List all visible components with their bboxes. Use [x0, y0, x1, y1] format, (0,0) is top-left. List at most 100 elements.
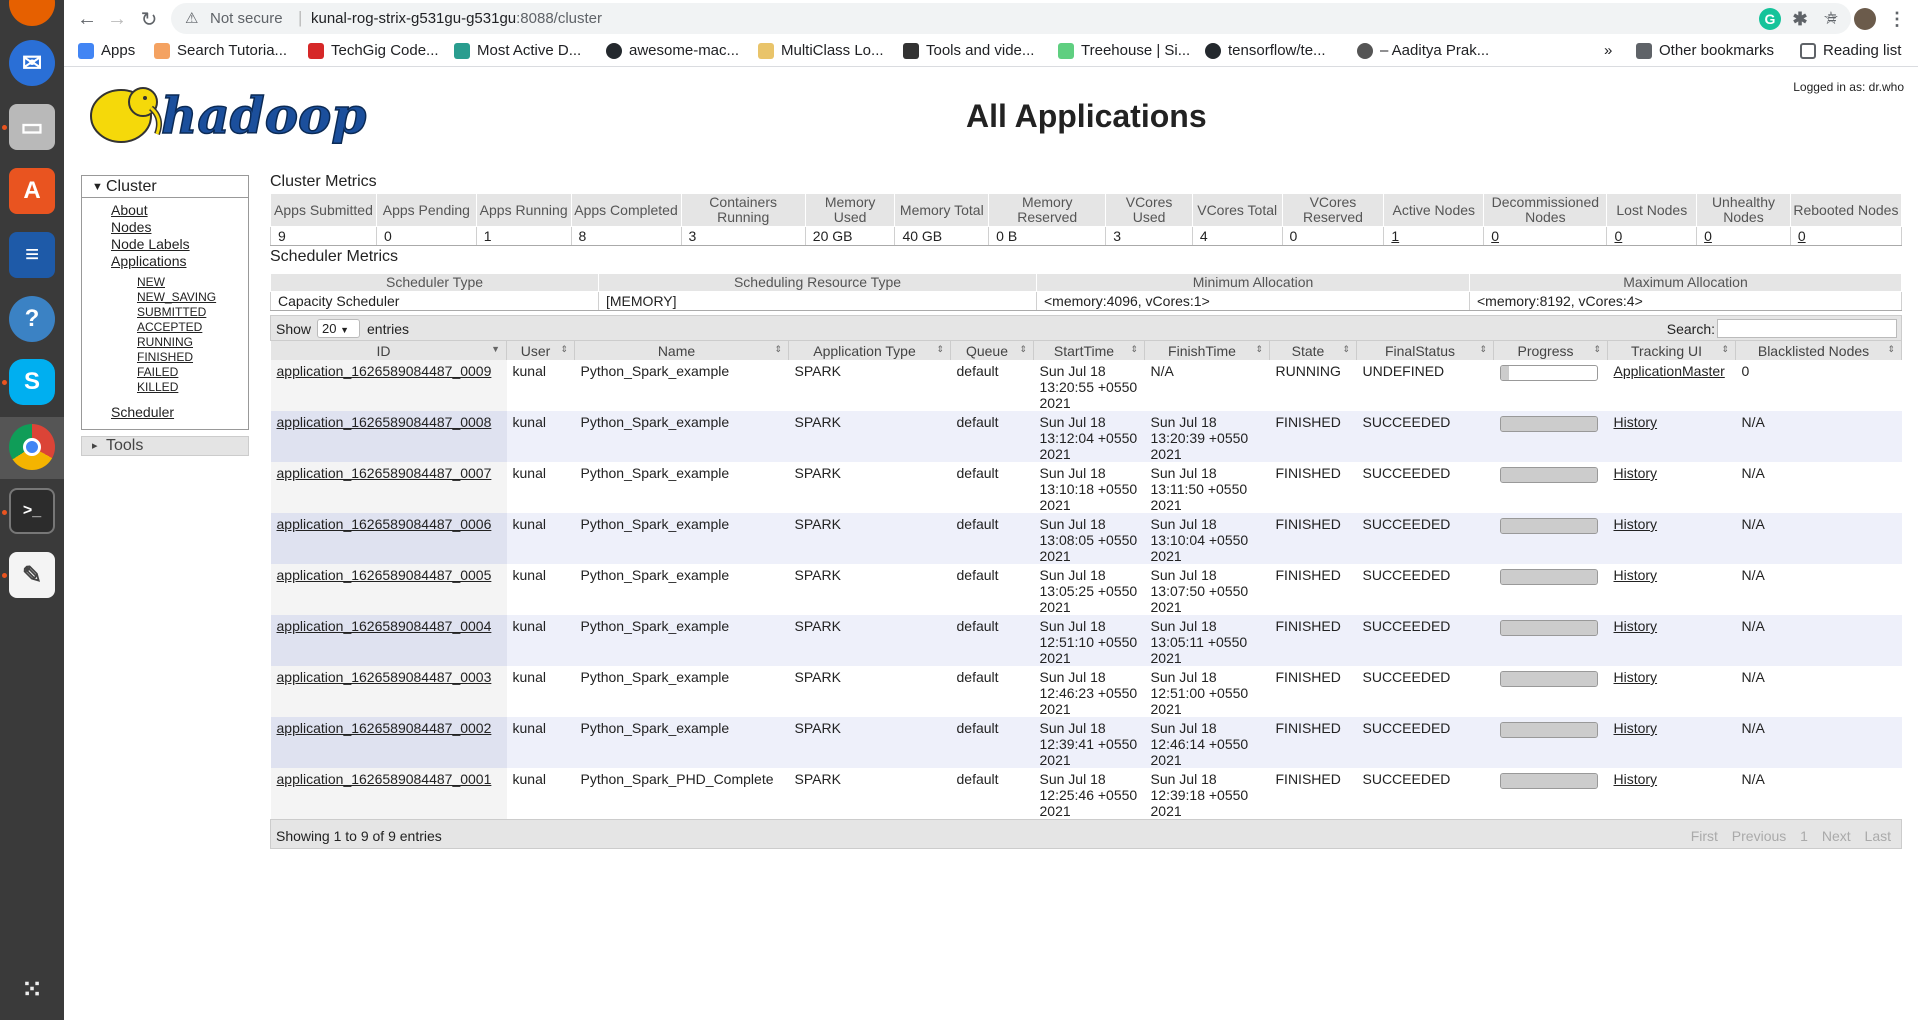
terminal-icon[interactable]: >_: [9, 488, 55, 534]
column-header[interactable]: ID ▼: [270, 341, 507, 360]
bookmark-item[interactable]: MultiClass Lo...: [758, 42, 884, 59]
app-id-link[interactable]: application_1626589084487_0003: [277, 669, 492, 685]
nav-state-killed[interactable]: KILLED: [137, 380, 178, 394]
grammarly-icon[interactable]: G: [1759, 8, 1781, 30]
column-header[interactable]: Queue ⇕: [950, 341, 1034, 360]
pager-first[interactable]: First: [1691, 828, 1718, 844]
app-id-link[interactable]: application_1626589084487_0005: [277, 567, 492, 583]
reading-list[interactable]: Reading list: [1800, 42, 1901, 59]
cluster-metric-link[interactable]: 0: [1491, 228, 1499, 244]
cluster-metric-link[interactable]: 1: [1391, 228, 1399, 244]
bookmark-item[interactable]: Tools and vide...: [903, 42, 1034, 59]
other-bookmarks[interactable]: Other bookmarks: [1636, 42, 1774, 59]
pager-page-1[interactable]: 1: [1800, 828, 1808, 844]
tracking-ui-link[interactable]: History: [1614, 465, 1658, 481]
search-input[interactable]: [1717, 319, 1897, 338]
progress-fill: [1500, 468, 1597, 482]
column-header[interactable]: State ⇕: [1269, 341, 1357, 360]
tracking-ui-link[interactable]: History: [1614, 669, 1658, 685]
cluster-metric-link[interactable]: 0: [1614, 228, 1622, 244]
column-header[interactable]: Name ⇕: [574, 341, 789, 360]
bookmark-item[interactable]: – Aaditya Prak...: [1357, 42, 1489, 59]
nav-link-node-labels[interactable]: Node Labels: [111, 236, 190, 252]
tracking-ui-link[interactable]: History: [1614, 618, 1658, 634]
app-id-link[interactable]: application_1626589084487_0009: [277, 363, 492, 379]
nav-state-submitted[interactable]: SUBMITTED: [137, 305, 206, 319]
app-id-link[interactable]: application_1626589084487_0007: [277, 465, 492, 481]
column-header[interactable]: FinishTime ⇕: [1144, 341, 1270, 360]
reload-icon[interactable]: ↻: [136, 6, 162, 32]
app-id-link[interactable]: application_1626589084487_0002: [277, 720, 492, 736]
tracking-ui-link[interactable]: History: [1614, 516, 1658, 532]
bookmark-item[interactable]: awesome-mac...: [606, 42, 739, 59]
back-icon[interactable]: ←: [74, 6, 100, 32]
scheduler-metric-header: Maximum Allocation: [1469, 273, 1902, 292]
pager-previous[interactable]: Previous: [1732, 828, 1786, 844]
pager-next[interactable]: Next: [1822, 828, 1851, 844]
firefox-icon[interactable]: [9, 0, 55, 26]
nav-state-accepted[interactable]: ACCEPTED: [137, 320, 202, 334]
column-header[interactable]: Tracking UI ⇕: [1607, 341, 1736, 360]
chrome-icon[interactable]: [9, 424, 55, 470]
pager-last[interactable]: Last: [1865, 828, 1891, 844]
column-header[interactable]: FinalStatus ⇕: [1356, 341, 1494, 360]
nav-state-running[interactable]: RUNNING: [137, 335, 193, 349]
hadoop-logo[interactable]: hadoop: [83, 78, 383, 148]
thunderbird-icon[interactable]: ✉: [9, 40, 55, 86]
nav-state-new[interactable]: NEW: [137, 275, 165, 289]
nav-cluster-header[interactable]: ▼ Cluster: [82, 176, 248, 198]
column-header[interactable]: User ⇕: [506, 341, 575, 360]
column-header[interactable]: Progress ⇕: [1493, 341, 1608, 360]
software-center-icon[interactable]: A: [9, 168, 55, 214]
help-icon[interactable]: ?: [9, 296, 55, 342]
app-grid-icon[interactable]: ⁙: [9, 966, 55, 1012]
menu-icon[interactable]: ⋮: [1886, 8, 1908, 30]
bookmark-apps[interactable]: Apps: [78, 42, 135, 59]
nav-link-applications[interactable]: Applications: [111, 253, 187, 269]
files-icon[interactable]: ▭: [9, 104, 55, 150]
media-control-icon[interactable]: ≡: [1821, 8, 1843, 30]
writer-icon[interactable]: ≡: [9, 232, 55, 278]
bookmark-item[interactable]: tensorflow/te...: [1205, 42, 1326, 59]
nav-state-finished[interactable]: FINISHED: [137, 350, 193, 364]
more-bookmarks-icon[interactable]: »: [1604, 42, 1612, 59]
column-header[interactable]: Blacklisted Nodes ⇕: [1735, 341, 1902, 360]
column-header[interactable]: StartTime ⇕: [1033, 341, 1145, 360]
cluster-metric-link[interactable]: 0: [1704, 228, 1712, 244]
not-secure-label[interactable]: Not secure: [210, 10, 283, 27]
tracking-ui-link[interactable]: History: [1614, 567, 1658, 583]
nav-link-nodes[interactable]: Nodes: [111, 219, 151, 235]
warning-icon[interactable]: ⚠: [185, 9, 198, 27]
nav-state-failed[interactable]: FAILED: [137, 365, 178, 379]
extensions-icon[interactable]: ✱: [1789, 8, 1811, 30]
column-header-label: Queue: [965, 342, 1009, 359]
tracking-ui-link[interactable]: History: [1614, 720, 1658, 736]
app-id-link[interactable]: application_1626589084487_0008: [277, 414, 492, 430]
app-cell-name: Python_Spark_example: [574, 462, 789, 513]
nav-link-scheduler[interactable]: Scheduler: [111, 404, 174, 420]
cluster-metric-link[interactable]: 0: [1798, 228, 1806, 244]
tracking-ui-link[interactable]: History: [1614, 771, 1658, 787]
tracking-ui-link[interactable]: History: [1614, 414, 1658, 430]
app-id-link[interactable]: application_1626589084487_0006: [277, 516, 492, 532]
forward-icon[interactable]: →: [104, 6, 130, 32]
nav-link-about[interactable]: About: [111, 202, 148, 218]
tracking-ui-link[interactable]: ApplicationMaster: [1614, 363, 1725, 379]
bookmark-item[interactable]: TechGig Code...: [308, 42, 439, 59]
page-size-select[interactable]: 20 ▼: [317, 319, 360, 338]
omnibox[interactable]: ⚠ Not secure | kunal-rog-strix-g531gu-g5…: [171, 3, 1851, 34]
column-header[interactable]: Application Type ⇕: [788, 341, 951, 360]
url-text[interactable]: kunal-rog-strix-g531gu-g531gu:8088/clust…: [311, 10, 602, 27]
text-editor-icon[interactable]: ✎: [9, 552, 55, 598]
profile-avatar[interactable]: [1854, 8, 1876, 30]
app-id-link[interactable]: application_1626589084487_0004: [277, 618, 492, 634]
bookmark-item[interactable]: Most Active D...: [454, 42, 581, 59]
nav-state-new-saving[interactable]: NEW_SAVING: [137, 290, 216, 304]
skype-icon[interactable]: S: [9, 359, 55, 405]
nav-tools-header[interactable]: ▸ Tools: [81, 436, 249, 456]
app-cell-name: Python_Spark_example: [574, 411, 789, 462]
bookmark-item[interactable]: Treehouse | Si...: [1058, 42, 1190, 59]
bookmark-item[interactable]: Search Tutoria...: [154, 42, 287, 59]
app-cell-state: FINISHED: [1269, 564, 1357, 615]
app-id-link[interactable]: application_1626589084487_0001: [277, 771, 492, 787]
